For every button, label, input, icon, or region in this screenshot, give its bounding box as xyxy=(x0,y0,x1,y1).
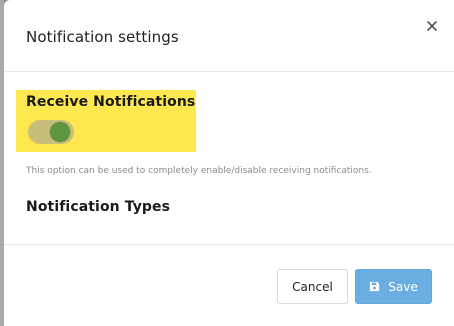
close-icon xyxy=(427,21,437,31)
save-icon xyxy=(370,281,380,292)
cancel-button[interactable]: Cancel xyxy=(277,269,348,304)
receive-notifications-toggle[interactable] xyxy=(28,120,74,144)
close-button[interactable] xyxy=(424,18,440,34)
modal-title: Notification settings xyxy=(26,28,179,46)
save-button[interactable]: Save xyxy=(355,269,432,304)
receive-notifications-help-text: This option can be used to completely en… xyxy=(26,166,372,176)
footer-divider xyxy=(4,244,454,245)
notification-types-label: Notification Types xyxy=(26,199,171,215)
modal-header: Notification settings xyxy=(4,0,454,72)
receive-notifications-label: Receive Notifications xyxy=(26,94,196,110)
save-button-label: Save xyxy=(388,279,418,294)
toggle-knob xyxy=(50,122,70,142)
notification-settings-modal: Notification settings Receive Notificati… xyxy=(4,0,454,326)
cancel-button-label: Cancel xyxy=(292,279,333,294)
